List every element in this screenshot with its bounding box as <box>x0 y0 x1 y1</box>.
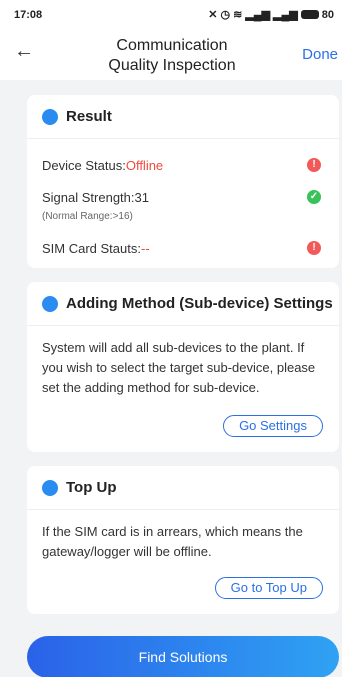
error-icon: ! <box>307 158 321 172</box>
signal-strength-row: Signal Strength:31 ✓ (Normal Range:>16) <box>42 190 321 222</box>
status-time: 17:08 <box>14 9 43 21</box>
top-up-header: Top Up <box>27 466 339 510</box>
result-header: Result <box>27 95 339 139</box>
top-up-title: Top Up <box>66 479 117 496</box>
sim-status-row: SIM Card Stauts:-- ! <box>42 241 321 256</box>
error-icon: ! <box>307 241 321 255</box>
go-to-top-up-button[interactable]: Go to Top Up <box>214 577 323 599</box>
wifi-icon: ≋ <box>233 9 243 21</box>
adding-method-card: Adding Method (Sub-device) Settings Syst… <box>27 282 339 452</box>
go-settings-button[interactable]: Go Settings <box>223 415 323 437</box>
back-arrow-icon[interactable]: ← <box>14 41 34 61</box>
top-up-card: Top Up If the SIM card is in arrears, wh… <box>27 466 339 614</box>
device-status-row: Device Status:Offline ! <box>42 158 321 173</box>
tools-icon <box>42 295 58 312</box>
check-icon: ✓ <box>307 190 321 204</box>
nav-bar: ← Communication Quality Inspection Done <box>0 30 342 80</box>
result-title: Result <box>66 108 112 125</box>
signal-value: 31 <box>134 190 149 205</box>
result-card: Result Device Status:Offline ! Signal St… <box>27 95 339 268</box>
signal-icon: ▂▄▆ <box>245 9 271 21</box>
device-status-value: Offline <box>125 158 164 173</box>
adding-method-text: System will add all sub-devices to the p… <box>42 340 316 395</box>
done-button[interactable]: Done <box>302 46 338 63</box>
device-status-label: Device Status: <box>42 158 126 173</box>
signal-range: (Normal Range:>16) <box>42 211 133 222</box>
top-up-text: If the SIM card is in arrears, which mea… <box>42 524 303 559</box>
status-icons: ✕ ◷ ≋ ▂▄▆ ▂▄▆ 80 <box>208 8 334 22</box>
sim-value: -- <box>140 241 150 256</box>
status-bar: 17:08 ✕ ◷ ≋ ▂▄▆ ▂▄▆ 80 <box>0 0 342 30</box>
signal-icon-2: ▂▄▆ <box>273 9 298 21</box>
battery-icon <box>300 10 319 19</box>
battery-level: 80 <box>321 8 334 21</box>
page-title: Communication Quality Inspection <box>108 37 236 74</box>
find-solutions-button[interactable]: Find Solutions <box>27 636 339 677</box>
mute-icon: ✕ <box>208 9 218 21</box>
alarm-icon: ◷ <box>220 9 231 21</box>
sim-label: SIM Card Stauts: <box>42 241 141 256</box>
result-icon <box>42 108 58 125</box>
signal-label: Signal Strength: <box>42 190 135 205</box>
card-icon <box>42 479 58 496</box>
adding-method-title: Adding Method (Sub-device) Settings <box>66 295 333 312</box>
adding-method-header: Adding Method (Sub-device) Settings <box>27 282 339 326</box>
